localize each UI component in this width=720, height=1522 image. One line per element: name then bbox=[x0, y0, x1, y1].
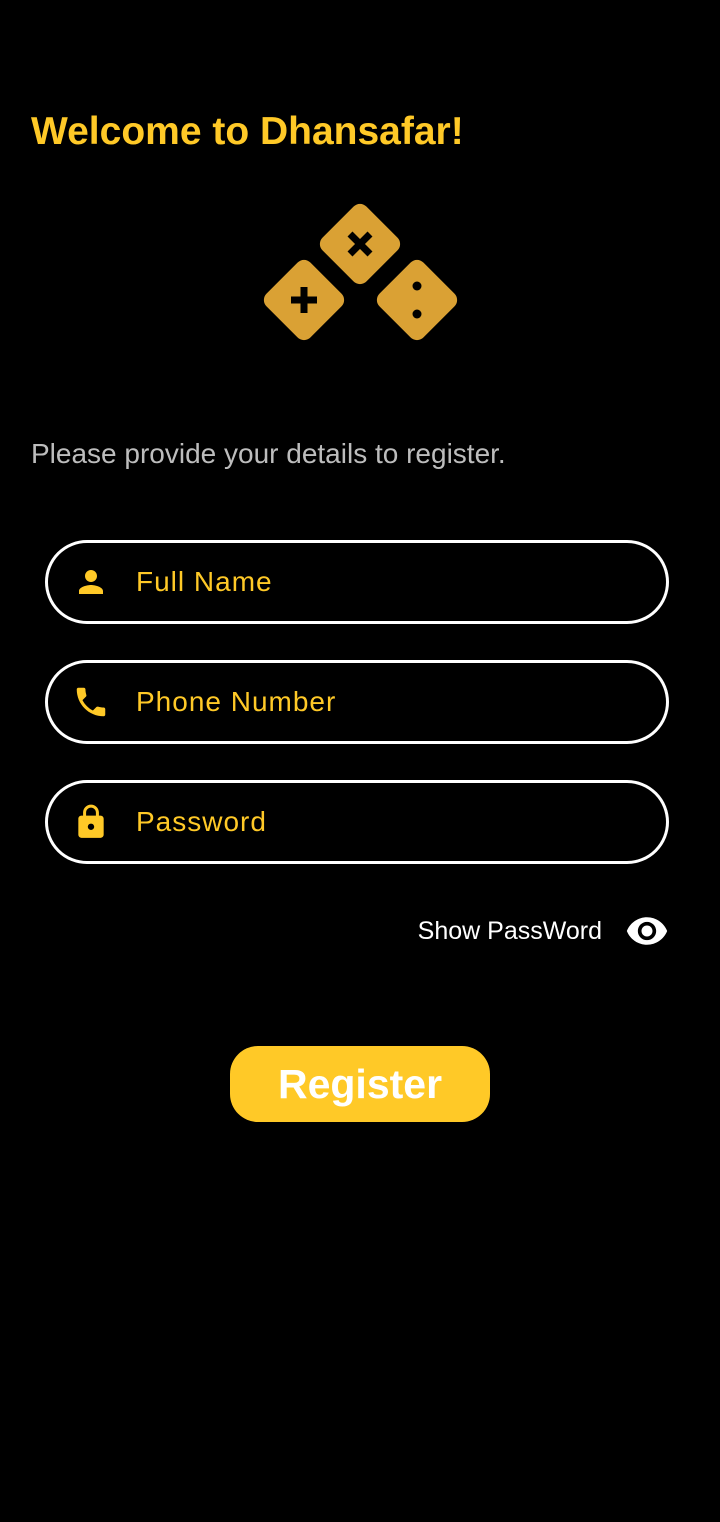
divide-tile bbox=[376, 259, 458, 341]
form-subtitle: Please provide your details to register. bbox=[31, 438, 506, 469]
phone-number-field[interactable] bbox=[45, 660, 669, 744]
plus-tile bbox=[263, 259, 345, 341]
password-field[interactable] bbox=[45, 780, 669, 864]
password-input[interactable] bbox=[136, 783, 636, 861]
show-password-label: Show PassWord bbox=[417, 916, 602, 945]
multiply-tile bbox=[319, 203, 401, 285]
lock-icon bbox=[72, 803, 110, 841]
full-name-input[interactable] bbox=[136, 543, 636, 621]
phone-number-input[interactable] bbox=[136, 663, 636, 741]
phone-icon bbox=[72, 683, 110, 721]
register-button[interactable]: Register bbox=[230, 1046, 490, 1122]
show-password-toggle[interactable]: Show PassWord bbox=[418, 908, 670, 954]
app-logo bbox=[256, 196, 466, 348]
full-name-field[interactable] bbox=[45, 540, 669, 624]
math-operators-logo-icon bbox=[263, 203, 458, 341]
eye-icon[interactable] bbox=[624, 908, 670, 954]
page-title: Welcome to Dhansafar! bbox=[31, 110, 464, 153]
person-icon bbox=[72, 563, 110, 601]
